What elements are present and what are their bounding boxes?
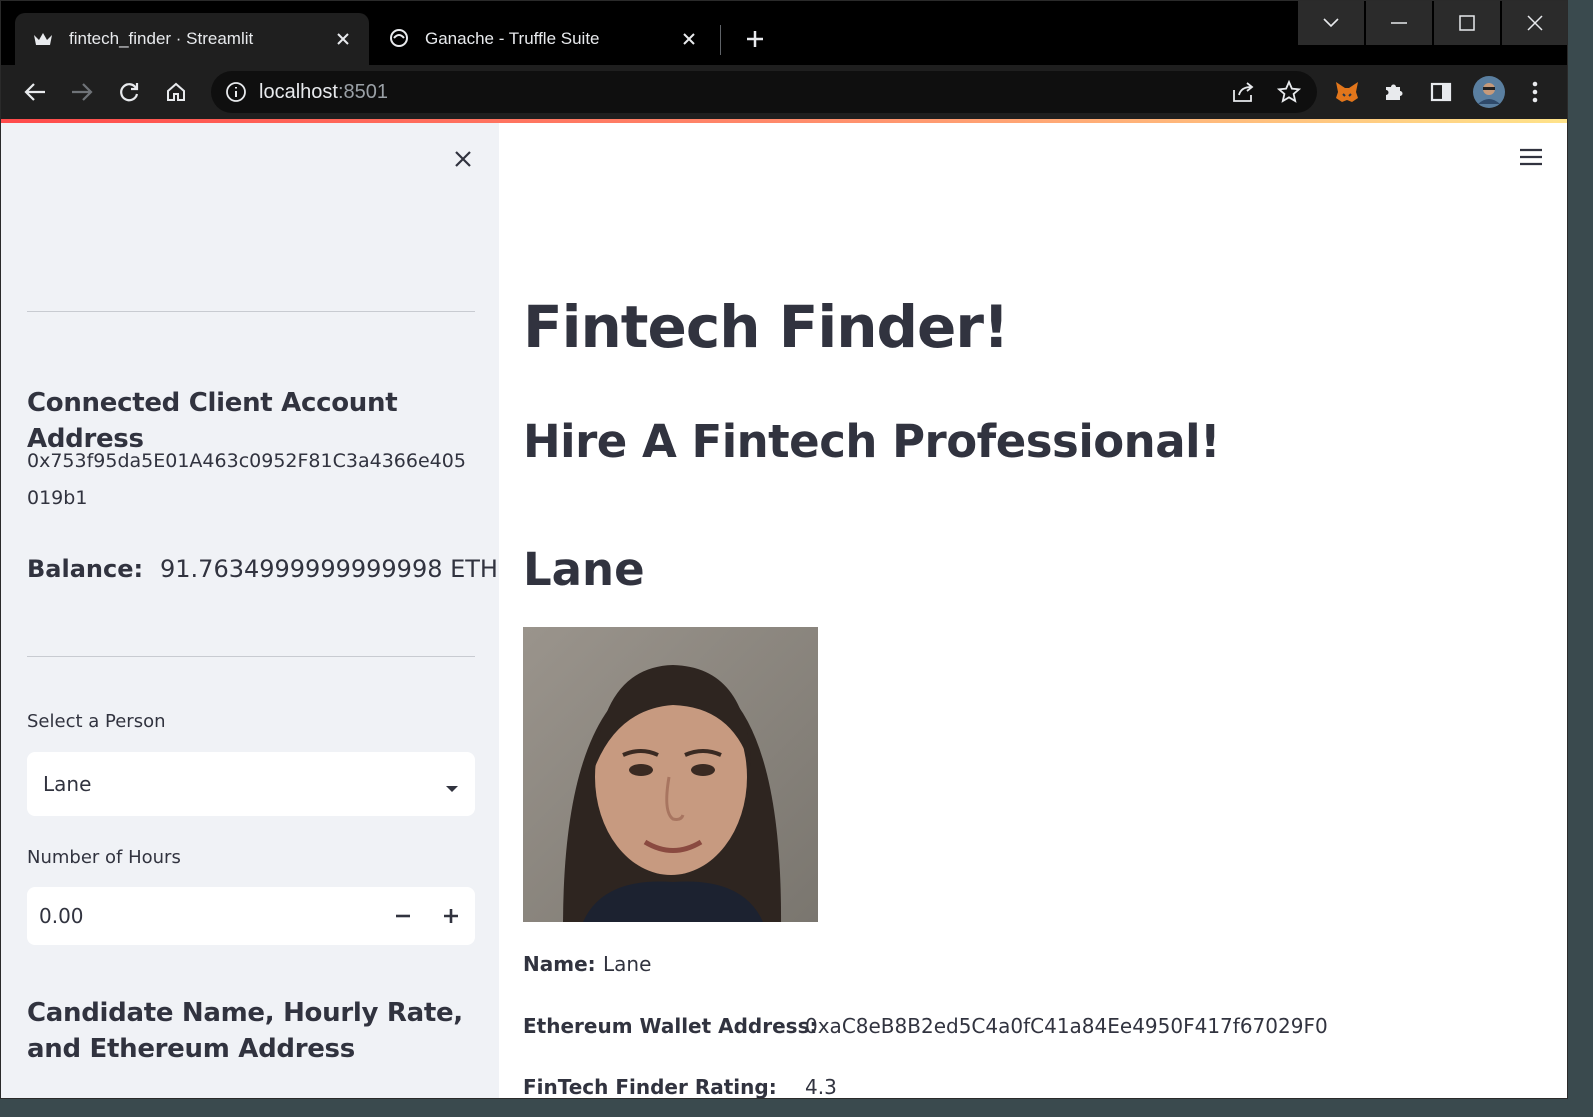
decrement-button[interactable] <box>387 900 419 932</box>
select-person-label: Select a Person <box>27 711 166 732</box>
name-label: Name: <box>523 952 596 976</box>
home-icon[interactable] <box>158 74 194 110</box>
new-tab-icon[interactable] <box>739 23 771 55</box>
select-person-dropdown[interactable]: Lane <box>27 752 475 816</box>
close-tab-icon[interactable] <box>331 27 355 51</box>
name-value: Lane <box>603 952 652 976</box>
rating-label: FinTech Finder Rating: <box>523 1075 777 1099</box>
profile-avatar[interactable] <box>1471 74 1507 110</box>
share-icon[interactable] <box>1231 81 1255 108</box>
account-address: 0x753f95da5E01A463c0952F81C3a4366e405019… <box>27 450 466 509</box>
page-subtitle: Hire A Fintech Professional! <box>523 415 1221 468</box>
close-window-icon[interactable] <box>1502 1 1567 45</box>
metamask-fox-icon[interactable] <box>1329 74 1365 110</box>
rating-value: 4.3 <box>805 1075 837 1099</box>
increment-button[interactable] <box>435 900 467 932</box>
hours-label: Number of Hours <box>27 847 181 868</box>
chevron-down-icon <box>445 778 459 797</box>
close-sidebar-icon[interactable] <box>447 143 479 175</box>
browser-menu-icon[interactable] <box>1517 74 1553 110</box>
main-content: Fintech Finder! Hire A Fintech Professio… <box>499 123 1567 1099</box>
tab-search-icon[interactable] <box>1298 1 1364 45</box>
streamlit-crown-icon <box>31 27 55 51</box>
close-tab-icon[interactable] <box>677 27 701 51</box>
ganache-icon <box>387 27 411 51</box>
wallet-value: 0xaC8eB8B2ed5C4a0fC41a84Ee4950F417f67029… <box>805 1014 1328 1038</box>
maximize-icon[interactable] <box>1434 1 1500 45</box>
forward-arrow-icon[interactable] <box>64 74 100 110</box>
candidate-photo <box>523 627 818 922</box>
rating-row: FinTech Finder Rating: 4.3 <box>523 1075 837 1099</box>
sidebar: Connected Client Account Address 0x753f9… <box>1 123 499 1098</box>
tab-title: fintech_finder · Streamlit <box>69 29 254 48</box>
tab-separator <box>720 25 721 55</box>
hours-value[interactable]: 0.00 <box>39 887 84 945</box>
divider <box>27 656 475 657</box>
candidate-heading: Candidate Name, Hourly Rate, and Ethereu… <box>27 998 463 1064</box>
balance-row: Balance: 91.7634999999999998 ETH <box>27 551 498 587</box>
url-text: localhost:8501 <box>259 81 388 103</box>
bookmark-star-icon[interactable] <box>1276 79 1302 109</box>
hours-number-input[interactable]: 0.00 <box>27 887 475 945</box>
tab-strip: fintech_finder · Streamlit Ganache - Tru… <box>1 1 1567 65</box>
side-panel-icon[interactable] <box>1423 74 1459 110</box>
minimize-icon[interactable] <box>1366 1 1432 45</box>
selected-person: Lane <box>43 772 92 796</box>
tab-title: Ganache - Truffle Suite <box>425 29 600 48</box>
address-bar[interactable]: localhost:8501 <box>211 71 1317 113</box>
browser-toolbar: localhost:8501 <box>1 65 1567 119</box>
wallet-label: Ethereum Wallet Address: <box>523 1014 818 1038</box>
balance-value: 91.7634999999999998 ETH <box>160 555 498 583</box>
candidate-name-heading: Lane <box>523 543 645 596</box>
browser-window: fintech_finder · Streamlit Ganache - Tru… <box>0 0 1568 1099</box>
reload-icon[interactable] <box>111 74 147 110</box>
divider <box>27 311 475 312</box>
extensions-puzzle-icon[interactable] <box>1376 74 1412 110</box>
site-info-icon[interactable] <box>225 81 247 108</box>
wallet-address-row: Ethereum Wallet Address:0xaC8eB8B2ed5C4a… <box>523 1014 1328 1038</box>
page-title: Fintech Finder! <box>523 293 1009 361</box>
streamlit-app: Connected Client Account Address 0x753f9… <box>1 123 1567 1099</box>
tab-ganache[interactable]: Ganache - Truffle Suite <box>371 13 715 65</box>
tab-fintech-finder[interactable]: fintech_finder · Streamlit <box>15 13 369 65</box>
candidate-name-row: Name: Lane <box>523 952 651 976</box>
hamburger-menu-icon[interactable] <box>1515 141 1547 173</box>
balance-label: Balance: <box>27 555 144 583</box>
back-arrow-icon[interactable] <box>17 74 53 110</box>
